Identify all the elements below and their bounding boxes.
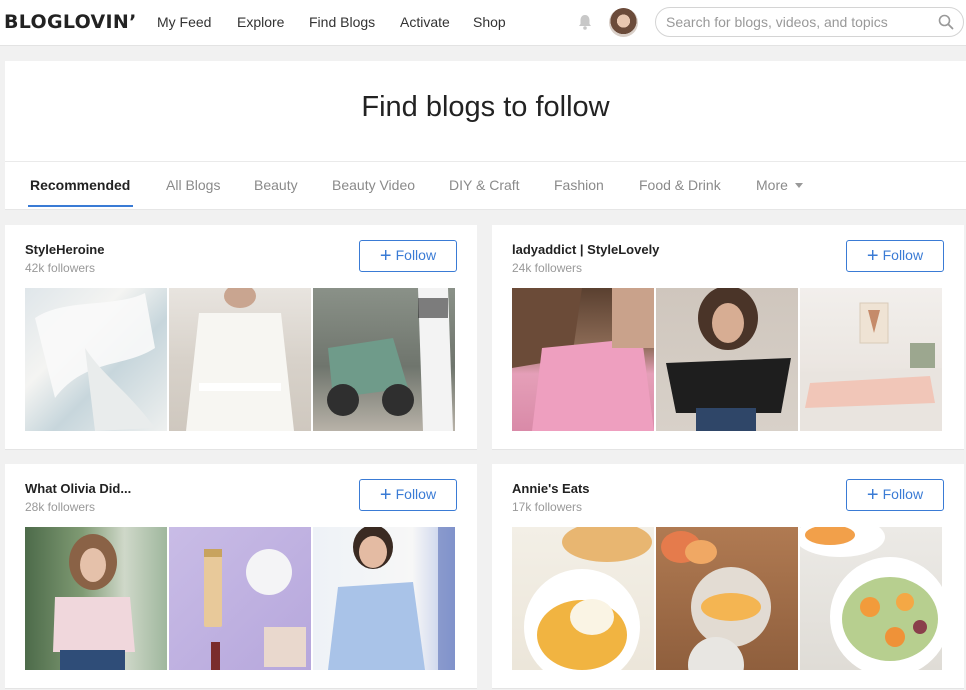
- nav-find-blogs[interactable]: Find Blogs: [309, 14, 375, 30]
- post-thumbnail[interactable]: [512, 288, 654, 431]
- follow-button-label: Follow: [395, 485, 437, 502]
- search-input[interactable]: [666, 14, 926, 30]
- chevron-down-icon: [794, 183, 803, 188]
- white-dress-photo: [35, 293, 155, 431]
- follow-button[interactable]: + Follow: [846, 479, 944, 511]
- page-title: Find blogs to follow: [361, 91, 610, 123]
- plus-icon: +: [866, 244, 879, 267]
- post-thumbnail[interactable]: [656, 527, 798, 670]
- cosmetics-photo: [204, 549, 306, 670]
- bedroom-photo: [800, 302, 942, 431]
- follow-button[interactable]: + Follow: [359, 240, 457, 272]
- tab-fashion[interactable]: Fashion: [554, 177, 604, 193]
- post-thumbnail[interactable]: [313, 527, 455, 670]
- blog-name[interactable]: Annie's Eats: [512, 481, 590, 496]
- tab-recommended[interactable]: Recommended: [30, 177, 130, 193]
- post-thumbnail[interactable]: [800, 288, 942, 431]
- blog-name[interactable]: ladyaddict | StyleLovely: [512, 242, 659, 257]
- scooter-photo: [327, 288, 453, 431]
- blog-card: Annie's Eats 17k followers + Follow: [492, 464, 964, 689]
- bell-icon[interactable]: [576, 13, 594, 31]
- post-thumbnail[interactable]: [512, 527, 654, 670]
- peach-salad-photo: [800, 527, 942, 670]
- post-thumbnail[interactable]: [169, 288, 311, 431]
- peach-drink-photo: [661, 531, 771, 670]
- user-avatar[interactable]: [609, 8, 638, 37]
- search-icon[interactable]: [938, 14, 954, 30]
- tab-diy-craft[interactable]: DIY & Craft: [449, 177, 520, 193]
- active-tab-indicator: [28, 205, 133, 207]
- post-thumbnail[interactable]: [800, 527, 942, 670]
- nav-activate[interactable]: Activate: [400, 14, 450, 30]
- blog-card: StyleHeroine 42k followers + Follow: [5, 225, 477, 450]
- blog-name[interactable]: What Olivia Did...: [25, 481, 131, 496]
- post-thumbnail[interactable]: [25, 527, 167, 670]
- tab-more[interactable]: More: [756, 177, 803, 193]
- follow-button-label: Follow: [395, 246, 437, 263]
- search-box: [655, 7, 964, 37]
- follow-button-label: Follow: [882, 485, 924, 502]
- tab-beauty-video[interactable]: Beauty Video: [332, 177, 415, 193]
- pink-top-photo: [512, 288, 654, 431]
- follow-button[interactable]: + Follow: [359, 479, 457, 511]
- tab-all-blogs[interactable]: All Blogs: [166, 177, 220, 193]
- plus-icon: +: [866, 483, 879, 506]
- nav-explore[interactable]: Explore: [237, 14, 284, 30]
- pink-blouse-photo: [53, 534, 135, 670]
- tab-food-drink[interactable]: Food & Drink: [639, 177, 721, 193]
- top-navigation-bar: BLOGLOVIN’ My Feed Explore Find Blogs Ac…: [0, 0, 966, 46]
- blog-card: ladyaddict | StyleLovely 24k followers +…: [492, 225, 964, 450]
- follow-button[interactable]: + Follow: [846, 240, 944, 272]
- follow-button-label: Follow: [882, 246, 924, 263]
- peach-dessert-photo: [524, 527, 652, 670]
- nav-my-feed[interactable]: My Feed: [157, 14, 211, 30]
- follower-count: 28k followers: [25, 500, 96, 514]
- white-blouse-photo: [186, 288, 294, 431]
- black-top-photo: [666, 288, 791, 431]
- post-thumbnail[interactable]: [169, 527, 311, 670]
- tabs-divider: [5, 161, 966, 162]
- find-blogs-header: Find blogs to follow Recommended All Blo…: [5, 61, 966, 210]
- blog-card: What Olivia Did... 28k followers + Follow: [5, 464, 477, 689]
- follower-count: 17k followers: [512, 500, 583, 514]
- nav-shop[interactable]: Shop: [473, 14, 506, 30]
- follower-count: 24k followers: [512, 261, 583, 275]
- blog-name[interactable]: StyleHeroine: [25, 242, 104, 257]
- tab-beauty[interactable]: Beauty: [254, 177, 298, 193]
- post-thumbnail[interactable]: [656, 288, 798, 431]
- follower-count: 42k followers: [25, 261, 96, 275]
- plus-icon: +: [379, 244, 392, 267]
- plus-icon: +: [379, 483, 392, 506]
- tab-more-label: More: [756, 177, 788, 193]
- post-thumbnail[interactable]: [25, 288, 167, 431]
- blue-top-photo: [328, 527, 455, 670]
- post-thumbnail[interactable]: [313, 288, 455, 431]
- bloglovin-logo[interactable]: BLOGLOVIN’: [4, 11, 137, 33]
